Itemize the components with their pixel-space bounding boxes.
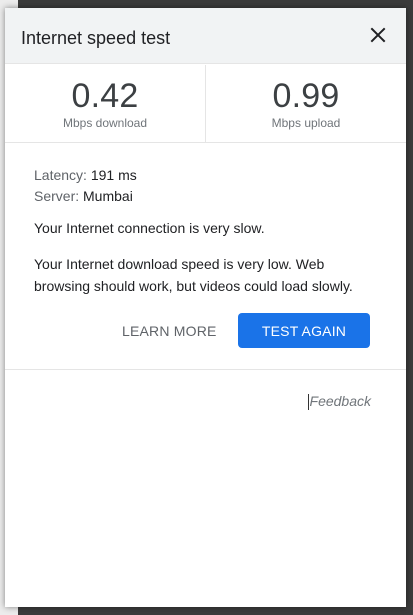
feedback-link[interactable]: Feedback	[307, 393, 371, 410]
dialog-actions: LEARN MORE TEST AGAIN	[5, 313, 406, 349]
latency-value: 191 ms	[90, 167, 137, 183]
upload-value: 0.99	[272, 77, 340, 115]
test-again-button[interactable]: TEST AGAIN	[238, 313, 370, 348]
connection-details: Latency: 191 ms Server: Mumbai	[34, 165, 379, 207]
upload-label: Mbps upload	[271, 116, 341, 130]
download-label: Mbps download	[62, 116, 148, 130]
server-row: Server: Mumbai	[34, 186, 379, 207]
server-value: Mumbai	[83, 188, 133, 204]
close-icon	[370, 27, 386, 43]
download-value: 0.42	[71, 77, 139, 115]
dialog-header: Internet speed test	[5, 8, 406, 64]
dialog-title: Internet speed test	[21, 28, 171, 48]
latency-row: Latency: 191 ms	[34, 165, 379, 186]
latency-label: Latency:	[34, 167, 87, 183]
upload-metric: 0.99 Mbps upload	[205, 65, 406, 142]
server-label: Server:	[34, 188, 80, 204]
speed-metrics: 0.42 Mbps download 0.99 Mbps upload	[5, 65, 406, 143]
learn-more-button[interactable]: LEARN MORE	[122, 323, 217, 339]
section-divider	[5, 369, 406, 370]
speed-description: Your Internet download speed is very low…	[34, 256, 353, 294]
speed-summary: Your Internet connection is very slow.	[34, 220, 265, 236]
download-metric: 0.42 Mbps download	[5, 65, 205, 142]
speed-test-dialog: Internet speed test 0.42 Mbps download 0…	[5, 8, 406, 607]
close-button[interactable]	[366, 23, 390, 47]
